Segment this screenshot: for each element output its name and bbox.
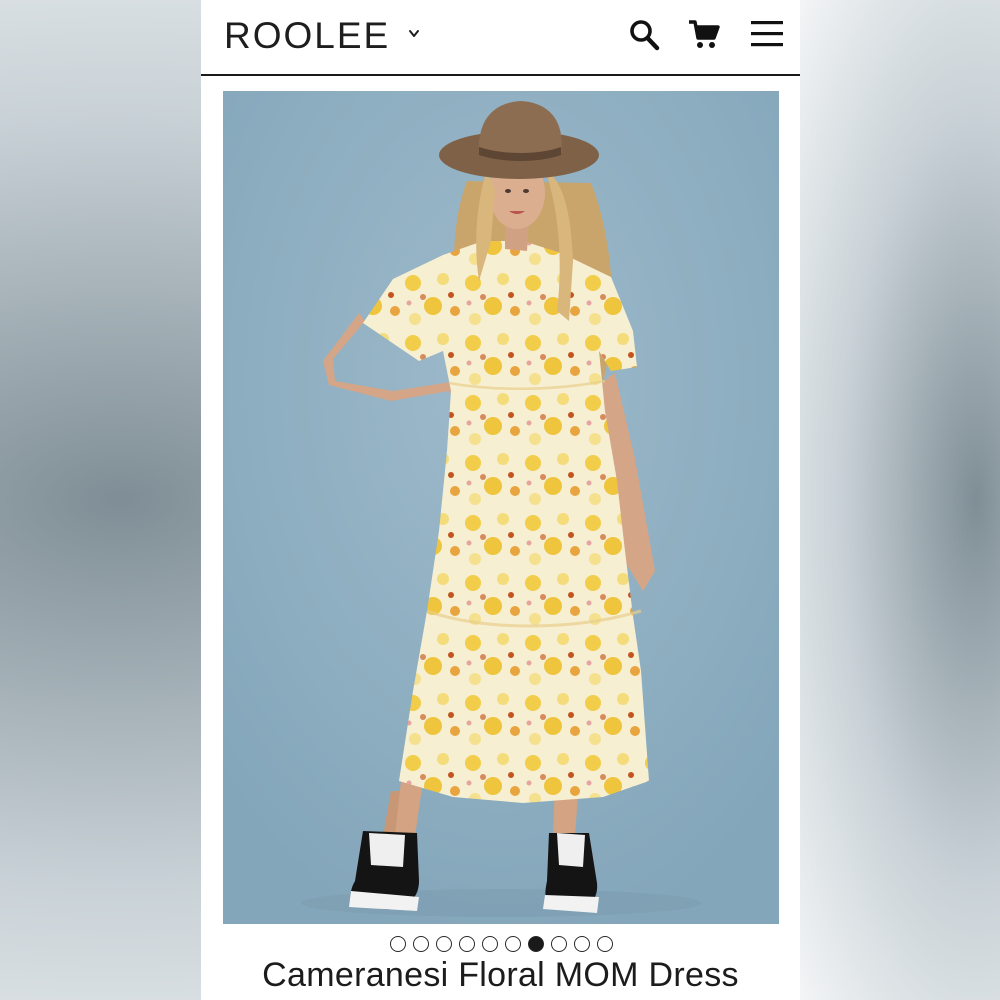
chevron-down-icon[interactable] xyxy=(407,27,421,41)
carousel-dot[interactable] xyxy=(597,936,613,952)
search-icon[interactable] xyxy=(629,18,661,52)
product-title: Cameranesi Floral MOM Dress xyxy=(262,956,739,994)
product-image[interactable] xyxy=(223,91,779,924)
carousel-dot[interactable] xyxy=(482,936,498,952)
site-header: ROOLEE xyxy=(201,0,800,76)
mobile-page: ROOLEE Cameranesi Floral MOM Dress xyxy=(201,0,800,1000)
image-carousel-indicator xyxy=(201,936,800,952)
carousel-dot[interactable] xyxy=(574,936,590,952)
carousel-dot[interactable] xyxy=(459,936,475,952)
brand-logo[interactable]: ROOLEE xyxy=(224,15,390,57)
right-backdrop xyxy=(800,0,1000,1000)
carousel-dot[interactable] xyxy=(390,936,406,952)
carousel-dot[interactable] xyxy=(551,936,567,952)
cart-icon[interactable] xyxy=(687,18,721,52)
carousel-dot[interactable] xyxy=(505,936,521,952)
carousel-dot[interactable] xyxy=(413,936,429,952)
carousel-dot[interactable] xyxy=(528,936,544,952)
hamburger-menu-icon[interactable] xyxy=(749,18,785,52)
carousel-dot[interactable] xyxy=(436,936,452,952)
